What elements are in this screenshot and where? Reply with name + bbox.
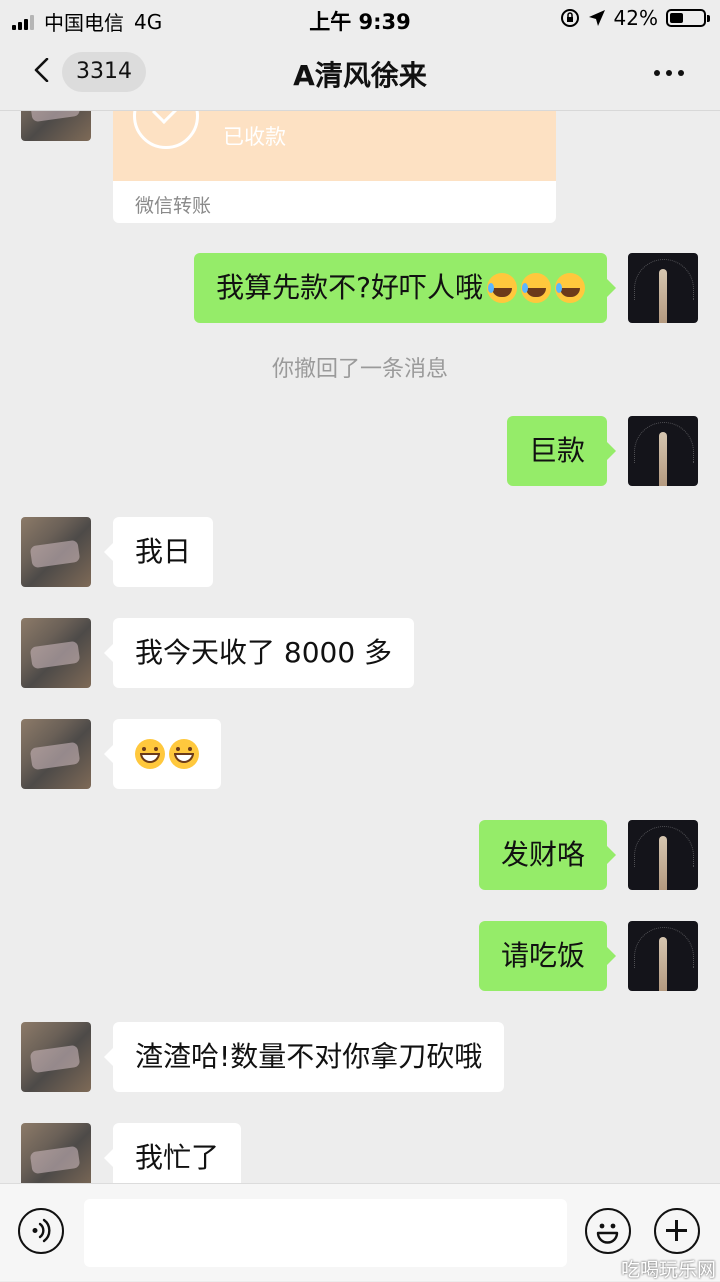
peer-avatar[interactable] [21, 111, 91, 141]
peer-avatar[interactable] [21, 517, 91, 587]
peer-avatar[interactable] [21, 1022, 91, 1092]
check-circle-icon [133, 111, 199, 149]
laugh-cry-emoji-icon [487, 273, 517, 303]
grin-emoji-icon [135, 739, 165, 769]
more-options-icon[interactable] [654, 70, 684, 76]
message-list[interactable]: 已收款 微信转账 我算先款不?好吓人哦 你撤回了一条消息 巨款 我日 我今天收了… [0, 111, 720, 1183]
transfer-label: 微信转账 [135, 195, 212, 217]
message-bubble[interactable]: 发财咯 [478, 820, 617, 890]
peer-avatar[interactable] [21, 719, 91, 789]
chat-header: 3314 A清风徐来 [0, 36, 720, 111]
grin-emoji-icon [169, 739, 199, 769]
voice-wave-icon [32, 1218, 51, 1243]
message-text: 我算先款不?好吓人哦 [216, 271, 483, 304]
self-avatar[interactable] [628, 253, 698, 323]
peer-avatar[interactable] [21, 1123, 91, 1183]
voice-input-button[interactable] [18, 1208, 64, 1254]
message-bubble[interactable]: 我忙了 [103, 1123, 242, 1183]
battery-percent: 42% [613, 6, 658, 30]
input-bar [0, 1183, 720, 1281]
watermark: 吃喝玩乐网 [620, 1259, 716, 1281]
recall-notice: 你撤回了一条消息 [271, 357, 448, 382]
emoji-button[interactable] [585, 1208, 631, 1254]
orientation-lock-icon [560, 9, 579, 27]
location-arrow-icon [588, 10, 605, 26]
battery-fill [670, 13, 684, 23]
message-bubble[interactable] [104, 719, 221, 789]
peer-avatar[interactable] [21, 618, 91, 688]
laugh-cry-emoji-icon [521, 273, 551, 303]
message-text: 我忙了 [135, 1141, 220, 1174]
smiley-icon [596, 1223, 619, 1244]
battery-icon [666, 9, 710, 27]
message-text: 请吃饭 [500, 939, 585, 972]
message-bubble[interactable]: 我今天收了 8000 多 [103, 618, 415, 688]
self-avatar[interactable] [628, 416, 698, 486]
message-text: 我今天收了 8000 多 [135, 636, 393, 669]
status-bar: 中国电信 4G 上午 9:39 42% [0, 0, 720, 36]
message-text: 巨款 [528, 434, 585, 467]
self-avatar[interactable] [628, 921, 698, 991]
message-text: 渣渣哈!数量不对你拿刀砍哦 [135, 1040, 483, 1073]
message-bubble[interactable]: 请吃饭 [478, 921, 617, 991]
message-bubble[interactable]: 渣渣哈!数量不对你拿刀砍哦 [103, 1022, 505, 1092]
transfer-card-header: 已收款 [113, 111, 556, 181]
message-bubble[interactable]: 我算先款不?好吓人哦 [194, 253, 616, 323]
transfer-card[interactable]: 已收款 微信转账 [113, 111, 556, 223]
message-input[interactable] [84, 1199, 567, 1267]
message-bubble[interactable]: 我日 [103, 517, 214, 587]
status-right: 42% [560, 6, 710, 30]
more-actions-plus-button[interactable] [654, 1208, 700, 1254]
message-bubble[interactable]: 巨款 [506, 416, 617, 486]
laugh-cry-emoji-icon [555, 273, 585, 303]
transfer-status: 已收款 [223, 125, 286, 149]
chat-title: A清风徐来 [293, 59, 427, 92]
self-avatar[interactable] [628, 820, 698, 890]
message-text: 发财咯 [500, 838, 585, 871]
message-text: 我日 [135, 535, 192, 568]
